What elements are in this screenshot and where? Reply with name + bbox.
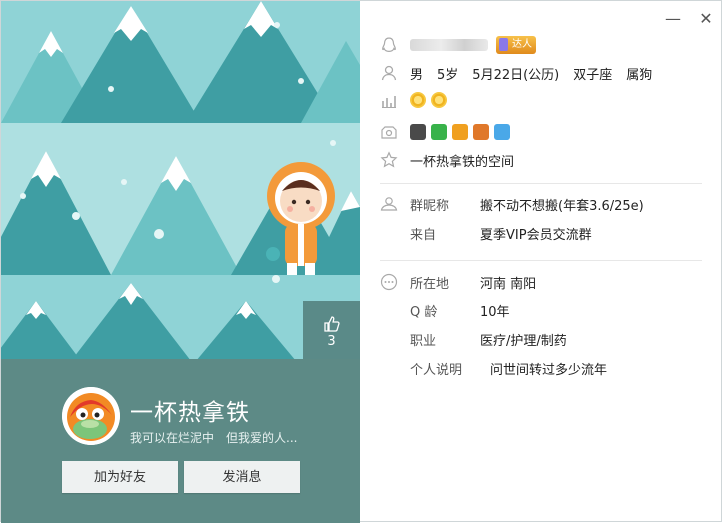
location-row: 所在地 河南 南阳 <box>380 271 536 293</box>
birthday: 5月22日(公历) <box>472 67 560 83</box>
group-from-value[interactable]: 夏季VIP会员交流群 <box>480 224 592 243</box>
profile-footer: 一杯热拿铁 我可以在烂泥中 但我爱的人... 加为好友 发消息 <box>1 359 360 523</box>
thumb-up-icon <box>323 316 340 332</box>
daren-badge[interactable]: 达人 <box>496 36 536 54</box>
blue-diamond-icon[interactable] <box>494 124 510 140</box>
badges-row <box>380 121 515 143</box>
group-nickname-row: 群昵称 搬不动不想搬(年套3.6/25e) <box>380 193 644 215</box>
avatar-duck-image <box>62 387 120 445</box>
svip-badge-icon[interactable] <box>410 124 426 140</box>
badge-icon <box>381 126 397 139</box>
level-sun-icon[interactable] <box>431 92 447 108</box>
group-person-icon <box>380 197 398 211</box>
penguin-icon <box>382 37 396 53</box>
nickname: 一杯热拿铁 <box>130 400 250 426</box>
avatar[interactable] <box>62 387 120 445</box>
gender: 男 <box>410 67 424 83</box>
close-button[interactable]: ✕ <box>698 11 714 27</box>
send-message-button[interactable]: 发消息 <box>184 461 300 493</box>
profile-window: 3 一杯热拿铁 我可以在烂泥中 但我爱的人... 加为好友 发消息 — ✕ 达人… <box>0 0 722 523</box>
info-panel: — ✕ 达人 男 5岁 5月22日(公历) 双子座 属狗 一杯热拿铁的空间 群昵… <box>360 1 722 523</box>
qage-row: Q 龄 10年 <box>410 299 510 321</box>
group-from-row: 来自 夏季VIP会员交流群 <box>410 222 592 244</box>
divider <box>380 260 702 261</box>
star-icon <box>380 151 398 168</box>
game-badge-icon[interactable] <box>473 124 489 140</box>
job-label: 职业 <box>410 333 437 349</box>
divider <box>380 183 702 184</box>
level-sun-icon[interactable] <box>410 92 426 108</box>
add-friend-button[interactable]: 加为好友 <box>62 461 178 493</box>
green-diamond-icon[interactable] <box>431 124 447 140</box>
age: 5岁 <box>437 67 459 83</box>
person-icon <box>381 65 397 81</box>
description-label: 个人说明 <box>410 362 463 378</box>
description-row: 个人说明 问世间转过多少流年 <box>410 357 607 379</box>
cover-panel: 3 一杯热拿铁 我可以在烂泥中 但我爱的人... 加为好友 发消息 <box>1 1 360 523</box>
like-count: 3 <box>327 334 336 349</box>
group-nickname-label: 群昵称 <box>410 198 450 214</box>
minimize-button[interactable]: — <box>665 11 681 27</box>
group-from-label: 来自 <box>410 227 437 243</box>
group-nickname-value: 搬不动不想搬(年套3.6/25e) <box>480 198 644 214</box>
level-chart-icon <box>382 96 396 108</box>
space-link[interactable]: 一杯热拿铁的空间 <box>410 151 514 170</box>
level-row <box>380 89 452 111</box>
space-row: 一杯热拿铁的空间 <box>380 149 514 171</box>
like-button[interactable]: 3 <box>303 301 360 359</box>
description-value: 问世间转过多少流年 <box>490 362 608 378</box>
job-row: 职业 医疗/护理/制药 <box>410 328 567 350</box>
chinese-zodiac: 属狗 <box>626 67 653 83</box>
zodiac: 双子座 <box>573 67 613 83</box>
account-row: 达人 <box>380 34 536 56</box>
more-icon <box>380 273 398 291</box>
yellow-diamond-icon[interactable] <box>452 124 468 140</box>
qage-value: 10年 <box>480 304 510 320</box>
qage-label: Q 龄 <box>410 304 438 320</box>
signature: 我可以在烂泥中 但我爱的人... <box>130 431 298 445</box>
location-value: 河南 南阳 <box>480 276 537 292</box>
basic-info-row: 男 5岁 5月22日(公历) 双子座 属狗 <box>380 62 652 84</box>
location-label: 所在地 <box>410 276 450 292</box>
account-name-blurred <box>410 39 488 51</box>
job-value: 医疗/护理/制药 <box>480 333 567 349</box>
